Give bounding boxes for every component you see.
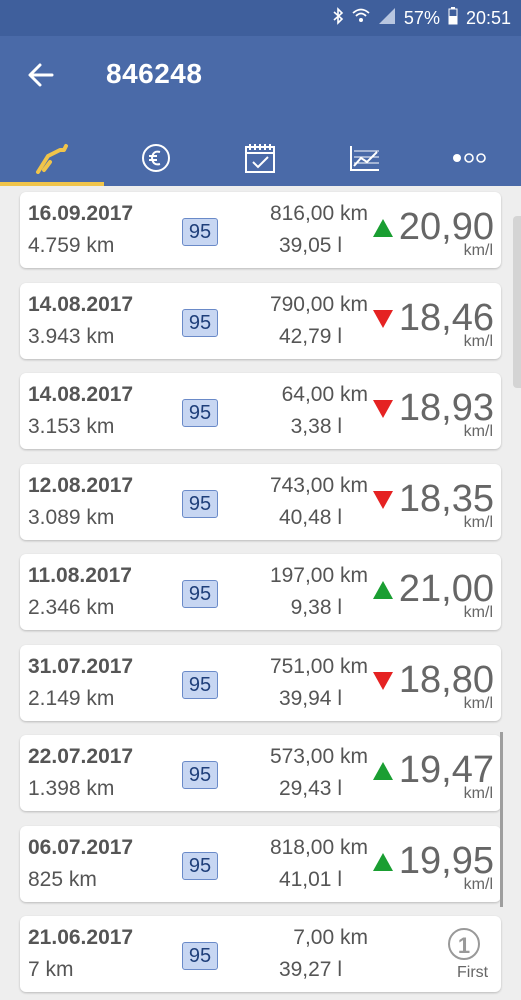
- trend-up-icon: [373, 581, 393, 599]
- refuel-entry[interactable]: 11.08.2017 2.346 km 95 197,00 km 9,38 l …: [20, 554, 501, 630]
- entry-liters: 39,05 l: [278, 234, 342, 257]
- refuel-entry[interactable]: 14.08.2017 3.153 km 95 64,00 km 3,38 l 1…: [20, 373, 501, 449]
- status-bar: 57% 20:51: [0, 0, 521, 36]
- app-bar: 846248: [0, 36, 521, 186]
- entry-date: 22.07.2017: [28, 745, 134, 768]
- tab-bar: [0, 130, 521, 186]
- scrollbar-thumb[interactable]: [500, 732, 503, 907]
- entry-date: 21.06.2017: [28, 926, 134, 949]
- consumption-unit: km/l: [463, 423, 493, 440]
- entry-liters: 41,01 l: [278, 868, 342, 891]
- fuel-pump-icon: [36, 144, 68, 174]
- entry-distance: 816,00 km: [269, 202, 368, 225]
- entry-liters: 40,48 l: [278, 506, 342, 529]
- battery-percent: 57%: [403, 7, 440, 28]
- fuel-type-badge: 95: [182, 218, 218, 246]
- refuel-entry[interactable]: 16.09.2017 4.759 km 95 816,00 km 39,05 l…: [20, 192, 501, 268]
- refuel-entry[interactable]: 12.08.2017 3.089 km 95 743,00 km 40,48 l…: [20, 464, 501, 540]
- wifi-icon: [352, 8, 370, 29]
- fuel-type-badge: 95: [182, 580, 218, 608]
- fuel-type-badge: 95: [182, 852, 218, 880]
- entry-distance: 743,00 km: [269, 474, 368, 497]
- consumption-unit: km/l: [463, 876, 493, 893]
- entry-distance: 751,00 km: [269, 655, 368, 678]
- trend-down-icon: [373, 400, 393, 418]
- tab-more[interactable]: [417, 130, 521, 186]
- trend-down-icon: [373, 310, 393, 328]
- entry-date: 31.07.2017: [28, 655, 134, 678]
- entry-date: 14.08.2017: [28, 293, 134, 316]
- fuel-type-badge: 95: [182, 761, 218, 789]
- consumption-unit: km/l: [463, 514, 493, 531]
- status-icons: 57% 20:51: [332, 6, 511, 30]
- entry-odometer: 2.149 km: [28, 687, 115, 710]
- fuel-type-badge: 95: [182, 942, 218, 970]
- fuel-type-badge: 95: [182, 399, 218, 427]
- bluetooth-icon: [332, 6, 344, 30]
- tab-calendar[interactable]: [208, 130, 312, 186]
- page-title: 846248: [106, 58, 203, 89]
- tab-fuel[interactable]: [0, 130, 104, 186]
- entry-odometer: 2.346 km: [28, 596, 115, 619]
- refuel-entry[interactable]: 22.07.2017 1.398 km 95 573,00 km 29,43 l…: [20, 735, 501, 811]
- entry-liters: 39,27 l: [278, 958, 342, 981]
- entry-distance: 818,00 km: [269, 836, 368, 859]
- entry-odometer: 3.943 km: [28, 325, 115, 348]
- entry-odometer: 3.089 km: [28, 506, 115, 529]
- entry-date: 14.08.2017: [28, 383, 134, 406]
- back-button[interactable]: [26, 60, 56, 90]
- refuel-entry[interactable]: 21.06.2017 7 km 95 7,00 km 39,27 l 1 Fir…: [20, 916, 501, 992]
- chart-icon: [350, 146, 379, 171]
- entry-distance: 197,00 km: [269, 564, 368, 587]
- trend-up-icon: [373, 762, 393, 780]
- refuel-entry[interactable]: 31.07.2017 2.149 km 95 751,00 km 39,94 l…: [20, 645, 501, 721]
- entry-date: 11.08.2017: [28, 564, 132, 587]
- consumption-unit: km/l: [463, 333, 493, 350]
- fuel-type-badge: 95: [182, 490, 218, 518]
- entry-date: 12.08.2017: [28, 474, 134, 497]
- refuel-entry[interactable]: 14.08.2017 3.943 km 95 790,00 km 42,79 l…: [20, 283, 501, 359]
- consumption-unit: km/l: [463, 604, 493, 621]
- battery-icon: [448, 6, 458, 30]
- clock: 20:51: [465, 7, 511, 28]
- tab-costs[interactable]: [104, 130, 208, 186]
- first-entry-icon: 1: [448, 928, 480, 960]
- entry-odometer: 3.153 km: [28, 415, 115, 438]
- entry-liters: 29,43 l: [278, 777, 342, 800]
- calendar-check-icon: [245, 144, 275, 173]
- trend-up-icon: [373, 853, 393, 871]
- edge-panel-handle[interactable]: [513, 216, 521, 388]
- fuel-type-badge: 95: [182, 671, 218, 699]
- signal-icon: [378, 7, 396, 30]
- consumption-unit: km/l: [463, 785, 493, 802]
- entry-date: 06.07.2017: [28, 836, 134, 859]
- consumption-unit: km/l: [463, 242, 493, 259]
- entry-liters: 3,38 l: [290, 415, 342, 438]
- refuel-entry[interactable]: 06.07.2017 825 km 95 818,00 km 41,01 l 1…: [20, 826, 501, 902]
- entry-distance: 573,00 km: [269, 745, 368, 768]
- trend-up-icon: [373, 219, 393, 237]
- entry-liters: 9,38 l: [290, 596, 342, 619]
- entry-distance: 64,00 km: [281, 383, 368, 406]
- entry-liters: 42,79 l: [278, 325, 342, 348]
- entry-odometer: 7 km: [28, 958, 74, 981]
- more-icon: [453, 153, 486, 163]
- entry-liters: 39,94 l: [278, 687, 342, 710]
- refuel-list: 16.09.2017 4.759 km 95 816,00 km 39,05 l…: [0, 186, 521, 1000]
- entry-odometer: 4.759 km: [28, 234, 115, 257]
- trend-down-icon: [373, 491, 393, 509]
- entry-date: 16.09.2017: [28, 202, 134, 225]
- consumption-unit: km/l: [463, 695, 493, 712]
- entry-odometer: 1.398 km: [28, 777, 115, 800]
- entry-odometer: 825 km: [28, 868, 97, 891]
- trend-down-icon: [373, 672, 393, 690]
- entry-distance: 790,00 km: [269, 293, 368, 316]
- first-entry-label: First: [457, 964, 489, 981]
- tab-statistics[interactable]: [313, 130, 417, 186]
- entry-distance: 7,00 km: [293, 926, 368, 949]
- fuel-type-badge: 95: [182, 309, 218, 337]
- arrow-left-icon: [28, 63, 54, 87]
- euro-icon: [142, 144, 170, 172]
